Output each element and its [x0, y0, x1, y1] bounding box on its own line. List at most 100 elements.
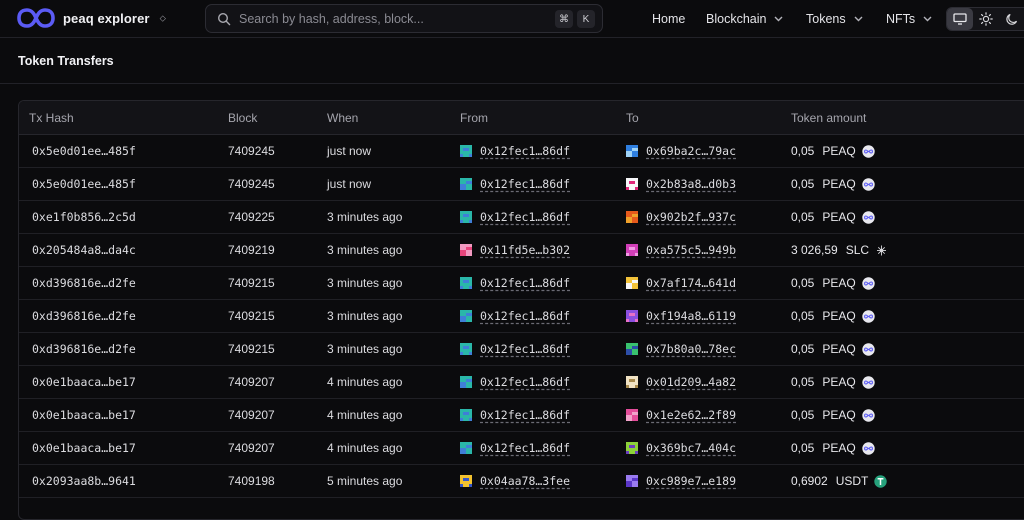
tx-hash-link[interactable]: 0x2093aa8b…9641 [32, 474, 136, 488]
slc-token-icon [877, 245, 887, 255]
token-amount: 0,05 PEAQ [791, 309, 875, 323]
timestamp: 3 minutes ago [327, 309, 403, 323]
nav-tokens[interactable]: Tokens [806, 0, 863, 38]
block-number-link[interactable]: 7409245 [228, 177, 275, 191]
brand-logo[interactable]: peaq explorer ⬦ [17, 6, 166, 30]
to-address-link[interactable]: 0x1e2e62…2f89 [646, 408, 736, 422]
from-address-link[interactable]: 0x12fec1…86df [480, 144, 570, 158]
search-input[interactable] [239, 10, 539, 28]
token-symbol-link[interactable]: PEAQ [822, 177, 855, 191]
to-address-link[interactable]: 0x902b2f…937c [646, 210, 736, 224]
amount-value: 0,05 [791, 276, 815, 290]
from-address-link[interactable]: 0x12fec1…86df [480, 441, 570, 455]
block-number-link[interactable]: 7409207 [228, 408, 275, 422]
block-number-link[interactable]: 7409207 [228, 375, 275, 389]
token-amount: 0,05 PEAQ [791, 276, 875, 290]
token-symbol-link[interactable]: PEAQ [822, 309, 855, 323]
to-address-link[interactable]: 0x369bc7…404c [646, 441, 736, 455]
timestamp: 4 minutes ago [327, 375, 403, 389]
token-symbol-link[interactable]: PEAQ [822, 276, 855, 290]
tx-hash-link[interactable]: 0xd396816e…d2fe [32, 309, 136, 323]
to-address-link[interactable]: 0xa575c5…949b [646, 243, 736, 257]
to-address-link[interactable]: 0x69ba2c…79ac [646, 144, 736, 158]
nav-nfts[interactable]: NFTs [886, 0, 932, 38]
block-number-link[interactable]: 7409245 [228, 144, 275, 158]
theme-light-button[interactable] [973, 8, 999, 30]
to-address-link[interactable]: 0xf194a8…6119 [646, 309, 736, 323]
to-address: 0x369bc7…404c [626, 441, 736, 455]
from-address-link[interactable]: 0x12fec1…86df [480, 210, 570, 224]
token-amount: 0,05 PEAQ [791, 375, 875, 389]
timestamp: 4 minutes ago [327, 408, 403, 422]
to-address-link[interactable]: 0x2b83a8…d0b3 [646, 177, 736, 191]
table-row: 0xe1f0b856…2c5d 7409225 3 minutes ago 0x12f… [19, 201, 1024, 234]
tx-hash-link[interactable]: 0x5e0d01ee…485f [32, 144, 136, 158]
tx-hash-link[interactable]: 0xe1f0b856…2c5d [32, 210, 136, 224]
search-icon [217, 12, 231, 26]
tx-hash-link[interactable]: 0xd396816e…d2fe [32, 276, 136, 290]
block-number-link[interactable]: 7409225 [228, 210, 275, 224]
orange-identicon-icon [626, 211, 638, 223]
theme-dark-button[interactable] [999, 8, 1024, 30]
token-symbol-link[interactable]: PEAQ [822, 342, 855, 356]
peaq-logo-icon [17, 8, 55, 28]
from-address-link[interactable]: 0x04aa78…3fee [480, 474, 570, 488]
from-address-link[interactable]: 0x12fec1…86df [480, 177, 570, 191]
to-address-link[interactable]: 0x7af174…641d [646, 276, 736, 290]
from-address-link[interactable]: 0x12fec1…86df [480, 276, 570, 290]
tx-hash-link[interactable]: 0x205484a8…da4c [32, 243, 136, 257]
block-number-link[interactable]: 7409215 [228, 342, 275, 356]
block-number-link[interactable]: 7409219 [228, 243, 275, 257]
token-amount: 0,05 PEAQ [791, 177, 875, 191]
to-address: 0x01d209…4a82 [626, 375, 736, 389]
sun-icon [979, 12, 993, 26]
teal-identicon-icon [460, 178, 472, 190]
token-symbol-link[interactable]: SLC [846, 243, 869, 257]
tx-hash-link[interactable]: 0x0e1baaca…be17 [32, 441, 136, 455]
tx-hash-link[interactable]: 0x0e1baaca…be17 [32, 375, 136, 389]
column-header-from: From [460, 111, 488, 125]
tx-hash-link[interactable]: 0x5e0d01ee…485f [32, 177, 136, 191]
block-number-link[interactable]: 7409198 [228, 474, 275, 488]
from-address: 0x12fec1…86df [460, 342, 570, 356]
to-address: 0xc989e7…e189 [626, 474, 736, 488]
teal-identicon-icon [460, 409, 472, 421]
teal-identicon-icon [460, 442, 472, 454]
peaq-token-icon [862, 309, 875, 323]
to-address-link[interactable]: 0x01d209…4a82 [646, 375, 736, 389]
token-amount: 0,6902 USDT [791, 474, 888, 488]
to-address-link[interactable]: 0x7b80a0…78ec [646, 342, 736, 356]
token-symbol-link[interactable]: PEAQ [822, 210, 855, 224]
token-symbol-link[interactable]: PEAQ [822, 144, 855, 158]
block-number-link[interactable]: 7409215 [228, 309, 275, 323]
network-switch-icon[interactable]: ⬦ [160, 13, 166, 24]
from-address: 0x12fec1…86df [460, 309, 570, 323]
block-number-link[interactable]: 7409215 [228, 276, 275, 290]
table-row: 0xd396816e…d2fe 7409215 3 minutes ago 0x12f… [19, 300, 1024, 333]
to-address: 0xa575c5…949b [626, 243, 736, 257]
token-symbol-link[interactable]: PEAQ [822, 441, 855, 455]
theme-system-button[interactable] [947, 8, 973, 30]
tx-hash-link[interactable]: 0xd396816e…d2fe [32, 342, 136, 356]
from-address: 0x12fec1…86df [460, 210, 570, 224]
token-symbol-link[interactable]: PEAQ [822, 375, 855, 389]
magenta-identicon-icon [626, 244, 638, 256]
chevron-down-icon [774, 14, 783, 24]
nav-tokens-label: Tokens [806, 12, 846, 26]
from-address-link[interactable]: 0x12fec1…86df [480, 342, 570, 356]
nav-blockchain[interactable]: Blockchain [706, 0, 783, 38]
column-header-tx-hash: Tx Hash [29, 111, 74, 125]
token-symbol-link[interactable]: PEAQ [822, 408, 855, 422]
tx-hash-link[interactable]: 0x0e1baaca…be17 [32, 408, 136, 422]
timestamp: 3 minutes ago [327, 210, 403, 224]
block-number-link[interactable]: 7409207 [228, 441, 275, 455]
from-address-link[interactable]: 0x12fec1…86df [480, 375, 570, 389]
to-address-link[interactable]: 0xc989e7…e189 [646, 474, 736, 488]
token-symbol-link[interactable]: USDT [836, 474, 869, 488]
from-address-link[interactable]: 0x12fec1…86df [480, 309, 570, 323]
from-address-link[interactable]: 0x12fec1…86df [480, 408, 570, 422]
peaq-token-icon [862, 441, 875, 455]
nav-home[interactable]: Home [652, 0, 685, 38]
from-address: 0x12fec1…86df [460, 177, 570, 191]
from-address-link[interactable]: 0x11fd5e…b302 [480, 243, 570, 257]
